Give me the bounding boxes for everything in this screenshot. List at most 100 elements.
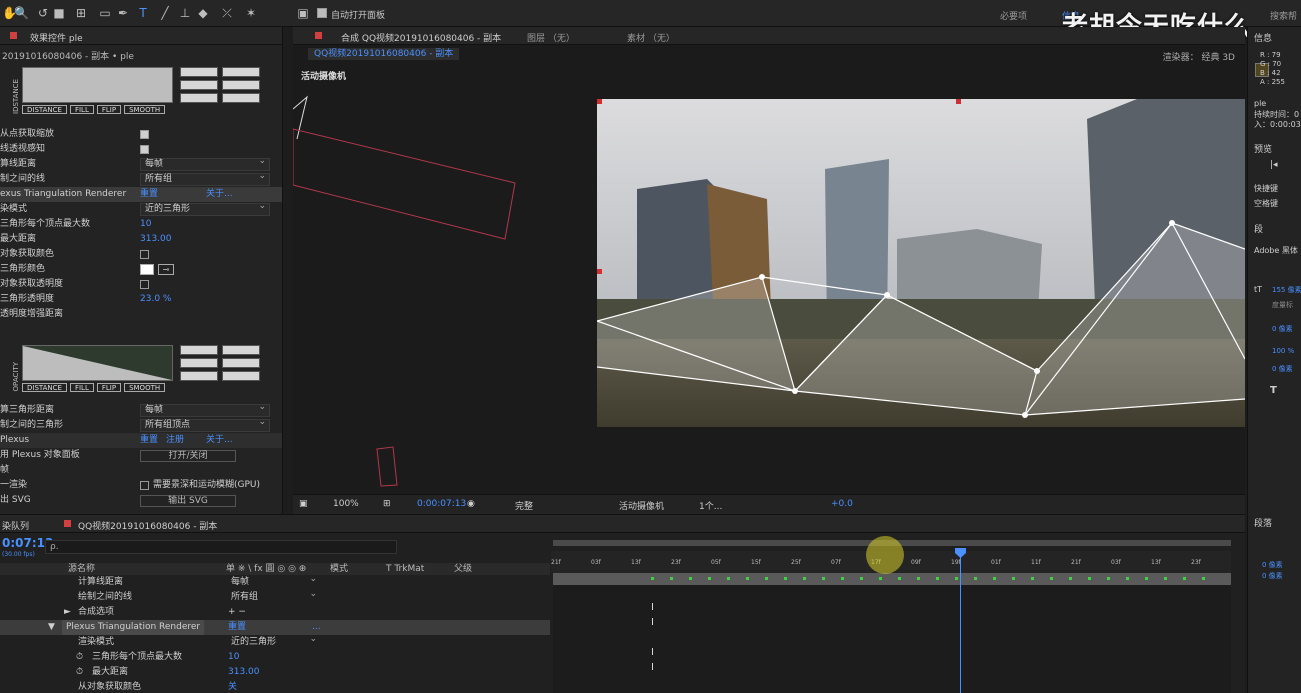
keyframe-marker[interactable] — [1107, 577, 1110, 580]
active-camera-dropdown[interactable]: 活动摄像机 — [619, 499, 664, 512]
distance-graph[interactable] — [22, 67, 173, 103]
auto-open-checkbox[interactable] — [317, 8, 327, 18]
plexus-row-button[interactable]: 打开/关闭 — [140, 450, 236, 462]
keyframe-marker[interactable] — [841, 577, 844, 580]
workspace-required[interactable]: 必要项 — [1000, 9, 1027, 22]
camera-tool-icon[interactable]: ■ — [52, 6, 66, 20]
graph2-preset-1[interactable] — [180, 345, 218, 355]
layer-track-bar[interactable] — [553, 573, 1231, 585]
layer-property-dropdown[interactable]: 所有组 — [228, 588, 320, 604]
col-mode[interactable]: 模式 — [330, 563, 348, 575]
renderer-section[interactable]: exus Triangulation Renderer 重置 关于... — [0, 187, 282, 202]
layer-property-value[interactable]: 10 — [228, 650, 239, 665]
expand-arrow-icon[interactable]: ▼ — [48, 620, 55, 635]
graph-preset-6[interactable] — [222, 93, 260, 103]
renderer-about-link[interactable]: 关于... — [206, 187, 233, 202]
plexus-reset-link[interactable]: 重置 — [140, 433, 158, 448]
skip-back-icon[interactable]: |◂ — [1270, 160, 1278, 170]
keyframe-marker[interactable] — [860, 577, 863, 580]
font-size[interactable]: 155 像素 — [1272, 285, 1301, 295]
keyframe-marker[interactable] — [746, 577, 749, 580]
zoom-tool-icon[interactable]: 🔍 — [14, 6, 29, 20]
layer-property-value[interactable]: 关 — [228, 680, 237, 693]
keyframe-marker[interactable] — [689, 577, 692, 580]
keyframe-marker[interactable] — [917, 577, 920, 580]
timeline-search-input[interactable]: ρ. — [45, 540, 397, 554]
faux-bold-icon[interactable]: T — [1270, 385, 1277, 396]
renderer-checkbox[interactable] — [140, 280, 149, 289]
graph-preset-5[interactable] — [180, 93, 218, 103]
composition-frame[interactable] — [597, 99, 1245, 427]
graph2-preset-5[interactable] — [180, 371, 218, 381]
graph2-distance-button[interactable]: DISTANCE — [22, 383, 67, 392]
stopwatch-icon[interactable]: ⏱ — [76, 650, 83, 665]
timeline-comp-tab[interactable]: QQ视频20191016080406 - 副本 — [78, 519, 217, 532]
tracking[interactable]: 度量标 — [1272, 300, 1293, 310]
keyframe-marker[interactable] — [1126, 577, 1129, 580]
eyedropper-icon[interactable]: ⊸ — [158, 264, 174, 275]
keyframe-marker[interactable] — [879, 577, 882, 580]
timeline-layer-row[interactable]: 绘制之间的线 所有组 — [0, 588, 550, 605]
type-tool-icon[interactable]: T — [136, 6, 150, 20]
triangle-color-swatch[interactable] — [140, 264, 154, 275]
track-area[interactable] — [553, 573, 1231, 693]
graph2-preset-6[interactable] — [222, 371, 260, 381]
render-queue-tab[interactable]: 染队列 — [2, 519, 29, 532]
camera-snapshot-icon[interactable]: ◉ — [467, 499, 475, 509]
effect-checkbox[interactable] — [140, 145, 149, 154]
keyframe-marker[interactable] — [670, 577, 673, 580]
timeline-layer-row[interactable]: 渲染模式 近的三角形 — [0, 633, 550, 650]
eraser-tool-icon[interactable]: ◆ — [196, 6, 210, 20]
info-tab[interactable]: 信息 — [1254, 31, 1272, 44]
timeline-layer-row[interactable]: ⏱ 最大距离 313.00 — [0, 665, 550, 680]
graph-distance-button[interactable]: DISTANCE — [22, 105, 67, 114]
renderer-value[interactable]: 313.00 — [140, 232, 172, 247]
renderer-dropdown[interactable]: 近的三角形 — [140, 201, 270, 216]
timeline-layer-row[interactable]: ► 合成选项 + − — [0, 605, 550, 620]
keyframe-marker[interactable] — [993, 577, 996, 580]
keyframe-marker[interactable] — [974, 577, 977, 580]
font-name[interactable]: Adobe 黑体 — [1254, 245, 1298, 256]
resolution-dropdown[interactable]: 完整 — [515, 499, 533, 512]
renderer-value[interactable]: 23.0 % — [140, 292, 171, 307]
baseline-shift[interactable]: 0 像素 — [1272, 364, 1293, 374]
effect-dropdown[interactable]: 每帧 — [140, 156, 270, 171]
layer-property-dropdown[interactable]: 每帧 — [228, 573, 320, 589]
graph-preset-1[interactable] — [180, 67, 218, 77]
keyframe-marker[interactable] — [1012, 577, 1015, 580]
timeline-layer-row[interactable]: ▼ Plexus Triangulation Renderer 重置... — [0, 620, 550, 635]
layer-property-value[interactable]: 313.00 — [228, 665, 260, 680]
effect-controls-tab[interactable]: 效果控件 ple — [30, 31, 83, 44]
clone-stamp-tool-icon[interactable]: ⊥ — [178, 6, 192, 20]
keyframe-marker[interactable] — [803, 577, 806, 580]
layer-property-value[interactable]: 重置 — [228, 620, 246, 635]
graph2-flip-button[interactable]: FLIP — [96, 383, 122, 392]
keyframe-marker[interactable] — [765, 577, 768, 580]
puppet-tool-icon[interactable]: ✶ — [244, 6, 258, 20]
effect-dropdown[interactable]: 所有组顶点 — [140, 417, 270, 432]
roto-brush-tool-icon[interactable]: ⤫ — [220, 6, 234, 20]
keyframe-marker[interactable] — [1050, 577, 1053, 580]
opacity-graph[interactable] — [22, 345, 173, 381]
col-source-name[interactable]: 源名称 — [68, 563, 95, 575]
shortcut-value[interactable]: 空格键 — [1254, 198, 1278, 209]
snapshot-icon[interactable]: ▣ — [299, 499, 308, 509]
keyframe-marker[interactable] — [898, 577, 901, 580]
footage-tab[interactable]: 素材 （无） — [627, 31, 675, 44]
plexus-section[interactable]: Plexus 重置 注册 关于... — [0, 433, 282, 448]
keyframe-marker[interactable] — [651, 577, 654, 580]
renderer-value[interactable]: 10 — [140, 217, 151, 232]
layer-tab[interactable]: 图层 （无） — [527, 31, 575, 44]
graph-preset-4[interactable] — [222, 80, 260, 90]
graph2-preset-2[interactable] — [222, 345, 260, 355]
plexus-about-link[interactable]: 关于... — [206, 433, 233, 448]
col-trkmat[interactable]: T TrkMat — [386, 563, 424, 575]
timeline-layer-row[interactable]: ⏱ 三角形每个顶点最大数 10 — [0, 650, 550, 665]
search-help[interactable]: 搜索帮 — [1270, 9, 1297, 22]
effect-checkbox[interactable] — [140, 130, 149, 139]
keyframe-marker[interactable] — [936, 577, 939, 580]
brush-tool-icon[interactable]: ╱ — [158, 6, 172, 20]
timeline-layer-row[interactable]: 计算线距离 每帧 — [0, 573, 550, 590]
graph2-smooth-button[interactable]: SMOOTH — [124, 383, 166, 392]
effect-dropdown[interactable]: 所有组 — [140, 171, 270, 186]
